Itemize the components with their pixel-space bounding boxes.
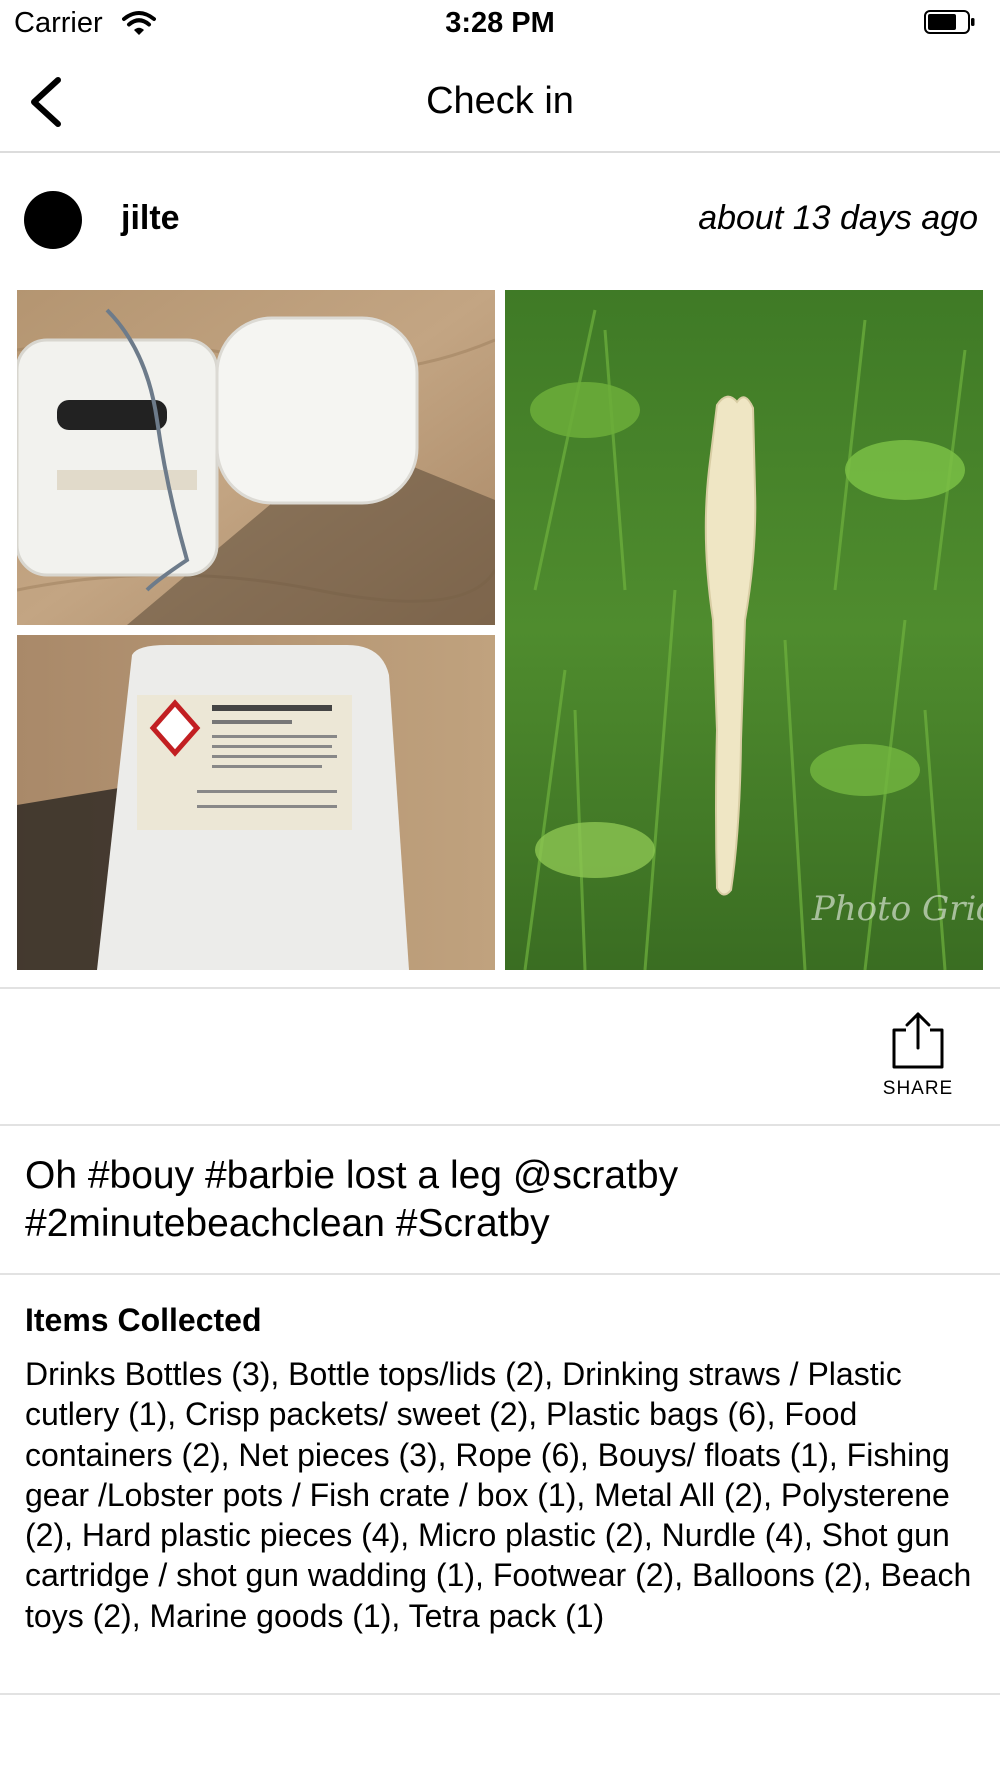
username[interactable]: jilte xyxy=(121,199,180,238)
avatar[interactable] xyxy=(24,191,82,249)
photo-collage[interactable]: Photo Grid xyxy=(17,290,983,970)
items-collected-list: Drinks Bottles (3), Bottle tops/lids (2)… xyxy=(25,1356,972,1634)
photo-jerrycans[interactable] xyxy=(17,290,495,625)
divider xyxy=(0,1273,1000,1275)
photo-doll-leg[interactable]: Photo Grid xyxy=(505,290,983,970)
battery-icon xyxy=(924,10,976,34)
post-timestamp: about 13 days ago xyxy=(698,199,978,237)
share-button[interactable]: SHARE xyxy=(880,1010,956,1110)
photo-chemical-container[interactable] xyxy=(17,635,495,970)
page-title: Check in xyxy=(426,80,574,122)
divider xyxy=(0,1693,1000,1695)
divider xyxy=(0,987,1000,989)
navigation-bar: Check in xyxy=(0,50,1000,153)
share-label: SHARE xyxy=(882,1078,954,1099)
divider xyxy=(0,1124,1000,1126)
items-collected-heading: Items Collected xyxy=(25,1302,262,1338)
status-bar: Carrier 3:28 PM xyxy=(0,0,1000,50)
status-time: 3:28 PM xyxy=(445,7,555,39)
svg-text:Photo Grid: Photo Grid xyxy=(811,889,983,929)
post-caption: Oh #bouy #barbie lost a leg @scratby #2m… xyxy=(25,1154,679,1245)
share-icon xyxy=(892,1012,944,1069)
